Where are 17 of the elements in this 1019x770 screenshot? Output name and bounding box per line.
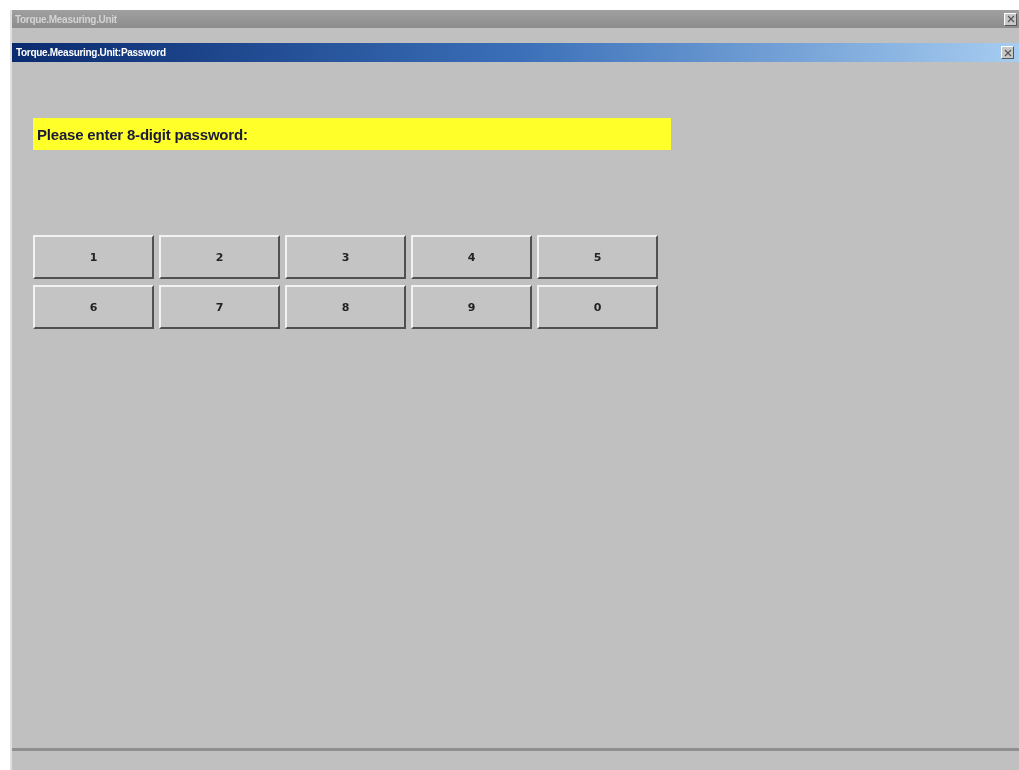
digit-key[interactable]: 4 <box>411 235 532 279</box>
close-button[interactable] <box>1001 46 1014 59</box>
digit-key[interactable]: 6 <box>33 285 154 329</box>
dialog-title: Torque.Measuring.Unit:Password <box>16 47 166 58</box>
digit-key[interactable]: 3 <box>285 235 406 279</box>
digit-key[interactable]: 7 <box>159 285 280 329</box>
digit-key[interactable]: 8 <box>285 285 406 329</box>
close-icon <box>1006 15 1015 23</box>
close-icon <box>1003 48 1012 57</box>
digit-key[interactable]: 9 <box>411 285 532 329</box>
password-prompt: Please enter 8-digit password: <box>33 118 671 150</box>
digit-key[interactable]: 1 <box>33 235 154 279</box>
close-button[interactable] <box>1004 12 1017 26</box>
digit-key[interactable]: 5 <box>537 235 658 279</box>
digit-key[interactable]: 0 <box>537 285 658 329</box>
window-title: Torque.Measuring.Unit <box>15 13 117 25</box>
digit-key[interactable]: 2 <box>159 235 280 279</box>
